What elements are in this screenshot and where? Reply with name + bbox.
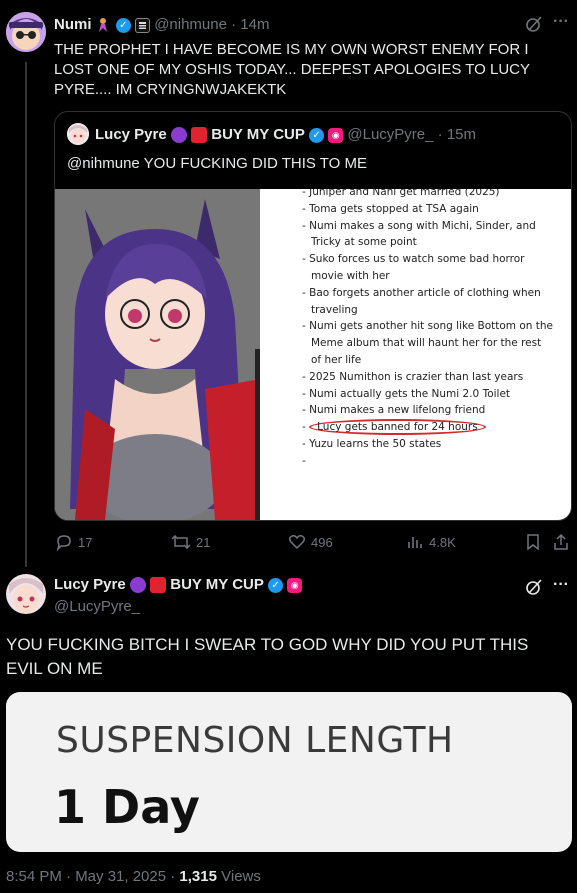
tweet2-media-image[interactable]: SUSPENSION LENGTH 1 Day	[6, 692, 572, 852]
bookmark-icon	[527, 534, 539, 551]
tweet1-header: Numi ✓ @nihmune · 14m	[54, 16, 269, 33]
devil-emoji-icon	[170, 127, 187, 144]
quoted-text: @nihmune YOU FUCKING DID THIS TO ME	[67, 155, 368, 172]
tweet2-header: Lucy Pyre BUY MY CUP ✓ ◉	[54, 576, 303, 594]
avatar-lucy[interactable]	[6, 574, 46, 614]
reply-icon	[56, 535, 71, 551]
quoted-display-name[interactable]: Lucy Pyre	[95, 126, 167, 143]
list-item: traveling	[311, 303, 358, 316]
prediction-list: - Juniper and Nani get married (2025) - …	[302, 189, 567, 470]
tweet1-time[interactable]: · 14m	[231, 16, 269, 33]
verified-badge-icon[interactable]: ✓	[309, 127, 325, 143]
list-item: Meme album that will haunt her for the r…	[311, 337, 542, 350]
quoted-handle[interactable]: @LucyPyre_	[347, 126, 433, 143]
tweet2-views-label: Views	[216, 868, 261, 885]
affiliate-badge-icon[interactable]: ◉	[287, 577, 303, 593]
list-item: - Numi actually gets the Numi 2.0 Toilet	[302, 387, 511, 400]
list-item: - Juniper and Nani get married (2025)	[302, 189, 500, 198]
verified-badge-icon[interactable]: ✓	[115, 17, 131, 33]
views-icon	[408, 537, 422, 548]
list-item: Tricky at some point	[311, 236, 417, 249]
tweet1-handle[interactable]: @nihmune	[154, 16, 227, 33]
list-item: -	[302, 454, 306, 467]
repost-button[interactable]: 21	[171, 533, 210, 551]
list-item: - 2025 Numithon is crazier than last yea…	[302, 370, 524, 383]
affiliate-badge-icon[interactable]	[135, 17, 151, 33]
list-item: - Suko forces us to watch some bad horro…	[302, 253, 525, 266]
quoted-header: Lucy Pyre BUY MY CUP ✓ ◉ @LucyPyre_ · 15…	[95, 126, 476, 144]
views-button[interactable]: 4.8K	[406, 533, 456, 551]
list-item: - Numi makes a song with Michi, Sinder, …	[302, 219, 536, 232]
quoted-badge-text: BUY MY CUP	[211, 126, 305, 143]
list-item: - Numi gets another hit song like Bottom…	[302, 320, 553, 333]
quoted-tweet-card[interactable]: Lucy Pyre BUY MY CUP ✓ ◉ @LucyPyre_ · 15…	[54, 111, 572, 521]
list-item-highlighted: - Lucy gets banned for 24 hours	[302, 419, 567, 436]
vtuber-artwork	[55, 189, 260, 520]
quoted-media-image[interactable]: - Juniper and Nani get married (2025) - …	[55, 189, 571, 520]
reply-count: 17	[78, 534, 93, 550]
tweet1-display-name[interactable]: Numi	[54, 16, 92, 33]
grok-icon[interactable]	[525, 578, 543, 601]
heart-icon	[288, 535, 306, 550]
list-item: - Yuzu learns the 50 states	[302, 437, 442, 450]
ribbon-emoji-icon	[96, 17, 112, 33]
tweet2-meta: 8:54 PM · May 31, 2025 · 1,315 Views	[6, 868, 261, 885]
more-options-button[interactable]: ···	[553, 13, 569, 31]
repost-count: 21	[196, 534, 211, 550]
share-button[interactable]	[553, 533, 569, 551]
fries-emoji-icon	[150, 577, 167, 594]
fries-emoji-icon	[191, 127, 208, 144]
tweet2-views-count: 1,315	[179, 868, 217, 885]
tweet1-text: THE PROPHET I HAVE BECOME IS MY OWN WORS…	[54, 41, 530, 98]
verified-badge-icon[interactable]: ✓	[268, 577, 284, 593]
share-icon	[554, 533, 568, 550]
tweet2-handle[interactable]: @LucyPyre_	[54, 598, 140, 615]
devil-emoji-icon	[129, 577, 146, 594]
avatar-numi[interactable]	[6, 12, 46, 52]
tweet2-badge-text: BUY MY CUP	[170, 576, 264, 593]
bookmark-button[interactable]	[525, 533, 541, 551]
tweet2-text: YOU FUCKING BITCH I SWEAR TO GOD WHY DID…	[6, 635, 529, 678]
repost-icon	[171, 534, 191, 550]
like-count: 496	[311, 534, 333, 550]
more-options-button[interactable]: ···	[553, 576, 569, 594]
grok-icon[interactable]	[525, 15, 543, 38]
tweet2-display-name[interactable]: Lucy Pyre	[54, 576, 126, 593]
reply-button[interactable]: 17	[55, 533, 92, 551]
suspension-heading: SUSPENSION LENGTH	[56, 720, 454, 761]
quoted-time[interactable]: · 15m	[438, 126, 476, 143]
views-count: 4.8K	[429, 534, 456, 550]
list-item: - Numi makes a new lifelong friend	[302, 404, 486, 417]
like-button[interactable]: 496	[288, 533, 333, 551]
list-item: - Toma gets stopped at TSA again	[302, 202, 479, 215]
list-item: - Bao forgets another article of clothin…	[302, 286, 541, 299]
suspension-value: 1 Day	[54, 780, 200, 834]
list-item: movie with her	[311, 269, 390, 282]
list-item: of her life	[311, 353, 362, 366]
quoted-avatar[interactable]	[67, 123, 89, 145]
tweet2-timestamp[interactable]: 8:54 PM · May 31, 2025 ·	[6, 868, 179, 885]
thread-connector-line	[25, 62, 27, 567]
affiliate-badge-icon[interactable]: ◉	[328, 127, 344, 143]
